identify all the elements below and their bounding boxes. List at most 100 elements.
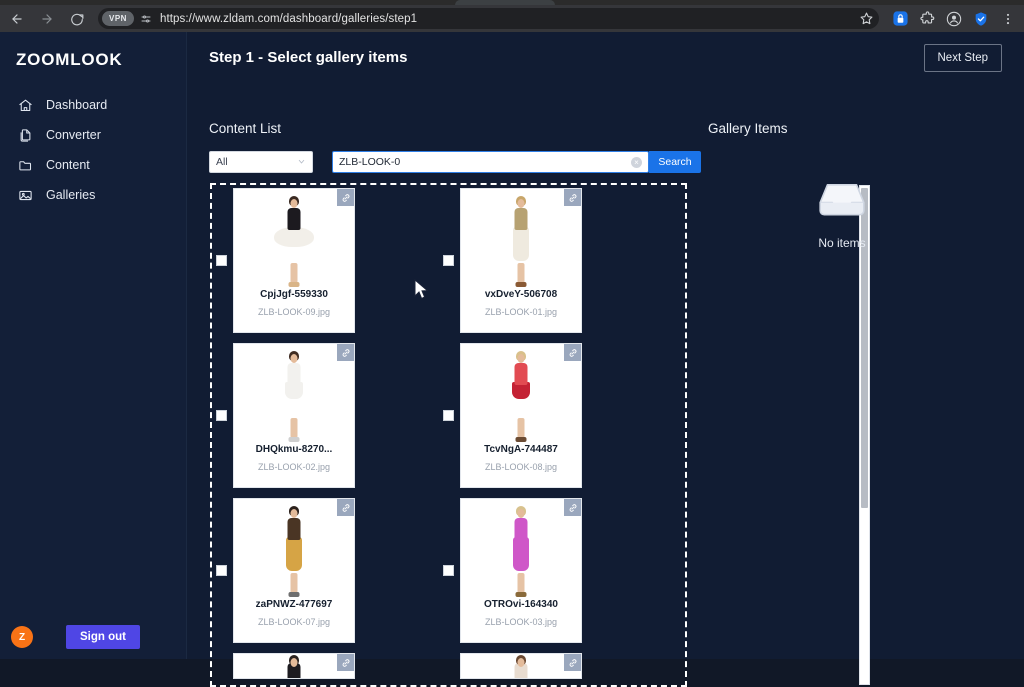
- star-icon[interactable]: [854, 12, 873, 25]
- content-card[interactable]: CpjJgf-559330 ZLB-LOOK-09.jpg: [233, 188, 355, 333]
- gallery-items-empty-state: No items: [747, 180, 937, 250]
- url-text[interactable]: https://www.zldam.com/dashboard/gallerie…: [160, 13, 417, 25]
- sign-out-button[interactable]: Sign out: [66, 625, 140, 649]
- sidebar-item-converter[interactable]: Converter: [0, 120, 186, 150]
- image-icon: [16, 186, 34, 204]
- address-bar[interactable]: VPN https://www.zldam.com/dashboard/gall…: [98, 8, 879, 29]
- content-card-filename: ZLB-LOOK-03.jpg: [484, 617, 558, 627]
- content-card-thumbnail: [461, 499, 581, 597]
- sidebar-item-label: Dashboard: [46, 98, 108, 112]
- sidebar-item-galleries[interactable]: Galleries: [0, 180, 186, 210]
- lock-extension-icon[interactable]: [890, 9, 910, 29]
- sidebar-item-content[interactable]: Content: [0, 150, 186, 180]
- empty-state-label: No items: [818, 236, 866, 250]
- content-card-thumbnail: [234, 344, 354, 442]
- gallery-items-heading: Gallery Items: [708, 121, 788, 136]
- sidebar-nav: Dashboard Converter Content Galleries: [0, 90, 186, 210]
- content-card-title: CpjJgf-559330: [260, 289, 328, 300]
- extensions-puzzle-icon[interactable]: [917, 9, 937, 29]
- table-row: [212, 653, 667, 679]
- content-card[interactable]: vxDveY-506708 ZLB-LOOK-01.jpg: [460, 188, 582, 333]
- search-input[interactable]: [339, 156, 631, 168]
- content-card-thumbnail: [461, 654, 581, 678]
- chain-link-icon[interactable]: [564, 499, 581, 516]
- filter-row: All × Search: [209, 151, 701, 173]
- content-card-filename: ZLB-LOOK-09.jpg: [257, 307, 331, 317]
- chevron-down-icon: [297, 157, 306, 168]
- content-card[interactable]: OTROvi-164340 ZLB-LOOK-03.jpg: [460, 498, 582, 643]
- tune-sliders-icon[interactable]: [140, 13, 152, 25]
- chain-link-icon[interactable]: [564, 344, 581, 361]
- thumbnail-figure: [498, 195, 544, 287]
- extensions-strip: [883, 9, 1018, 29]
- brand-logo: ZOOMLOOK: [16, 50, 123, 69]
- vpn-badge[interactable]: VPN: [102, 11, 134, 26]
- content-card-checkbox[interactable]: [216, 255, 227, 266]
- content-card-filename: ZLB-LOOK-07.jpg: [257, 617, 331, 627]
- three-dot-menu-icon[interactable]: [998, 9, 1018, 29]
- browser-chrome: VPN https://www.zldam.com/dashboard/gall…: [0, 0, 1024, 32]
- avatar[interactable]: Z: [11, 626, 33, 648]
- reload-icon[interactable]: [64, 6, 90, 32]
- content-card-cell: OTROvi-164340 ZLB-LOOK-03.jpg: [439, 498, 666, 643]
- content-card-thumbnail: [234, 189, 354, 287]
- content-card-title: TcvNgA-744487: [484, 444, 558, 455]
- profile-avatar-icon[interactable]: [944, 9, 964, 29]
- type-filter-value: All: [216, 156, 228, 168]
- next-step-button[interactable]: Next Step: [923, 44, 1002, 72]
- sidebar-footer: Z Sign out: [0, 615, 187, 659]
- thumbnail-figure: [271, 350, 317, 442]
- content-card-cell: [212, 653, 439, 679]
- chain-link-icon[interactable]: [337, 189, 354, 206]
- chain-link-icon[interactable]: [337, 654, 354, 671]
- chain-link-icon[interactable]: [564, 189, 581, 206]
- content-card-cell: vxDveY-506708 ZLB-LOOK-01.jpg: [439, 188, 666, 333]
- sidebar-item-dashboard[interactable]: Dashboard: [0, 90, 186, 120]
- home-icon: [16, 96, 34, 114]
- thumbnail-figure: [271, 195, 317, 287]
- search-button[interactable]: Search: [649, 151, 701, 173]
- page-title: Step 1 - Select gallery items: [209, 49, 408, 66]
- sidebar-item-label: Content: [46, 158, 90, 172]
- content-card-checkbox[interactable]: [443, 255, 454, 266]
- chain-link-icon[interactable]: [337, 499, 354, 516]
- table-row: DHQkmu-8270... ZLB-LOOK-02.jpg TcvNgA-74…: [212, 343, 667, 488]
- app-window: ZOOMLOOK Dashboard Converter Content Gal…: [0, 32, 1024, 687]
- content-card-thumbnail: [461, 344, 581, 442]
- content-card[interactable]: zaPNWZ-477697 ZLB-LOOK-07.jpg: [233, 498, 355, 643]
- table-row: CpjJgf-559330 ZLB-LOOK-09.jpg vxDveY-506…: [212, 188, 667, 333]
- content-list-scrollbar[interactable]: [859, 185, 870, 685]
- content-card[interactable]: TcvNgA-744487 ZLB-LOOK-08.jpg: [460, 343, 582, 488]
- content-list-heading: Content List: [209, 121, 282, 136]
- folder-icon: [16, 156, 34, 174]
- content-card-checkbox[interactable]: [443, 565, 454, 576]
- chain-link-icon[interactable]: [337, 344, 354, 361]
- content-card-checkbox[interactable]: [443, 410, 454, 421]
- thumbnail-figure: [271, 505, 317, 597]
- sidebar: ZOOMLOOK Dashboard Converter Content Gal…: [0, 32, 187, 659]
- thumbnail-figure: [498, 505, 544, 597]
- sidebar-item-label: Converter: [46, 128, 101, 142]
- clear-search-icon[interactable]: ×: [631, 156, 642, 168]
- table-row: zaPNWZ-477697 ZLB-LOOK-07.jpg OTROvi-164…: [212, 498, 667, 643]
- content-card-cell: DHQkmu-8270... ZLB-LOOK-02.jpg: [212, 343, 439, 488]
- shield-check-icon[interactable]: [971, 9, 991, 29]
- forward-arrow-icon[interactable]: [34, 6, 60, 32]
- type-filter-select[interactable]: All: [209, 151, 313, 173]
- content-card-checkbox[interactable]: [216, 565, 227, 576]
- content-card-title: DHQkmu-8270...: [255, 444, 333, 455]
- content-card-title: vxDveY-506708: [484, 289, 558, 300]
- back-arrow-icon[interactable]: [4, 6, 30, 32]
- browser-toolbar: VPN https://www.zldam.com/dashboard/gall…: [0, 5, 1024, 32]
- search-field-wrapper[interactable]: ×: [332, 151, 649, 173]
- content-card-thumbnail: [234, 499, 354, 597]
- content-card-thumbnail: [234, 654, 354, 678]
- content-card-filename: ZLB-LOOK-08.jpg: [484, 462, 558, 472]
- content-card[interactable]: DHQkmu-8270... ZLB-LOOK-02.jpg: [233, 343, 355, 488]
- content-card-checkbox[interactable]: [216, 410, 227, 421]
- chain-link-icon[interactable]: [564, 654, 581, 671]
- content-card-filename: ZLB-LOOK-02.jpg: [257, 462, 331, 472]
- content-card[interactable]: [460, 653, 582, 679]
- content-card[interactable]: [233, 653, 355, 679]
- main-content: Step 1 - Select gallery items Next Step …: [187, 32, 1024, 687]
